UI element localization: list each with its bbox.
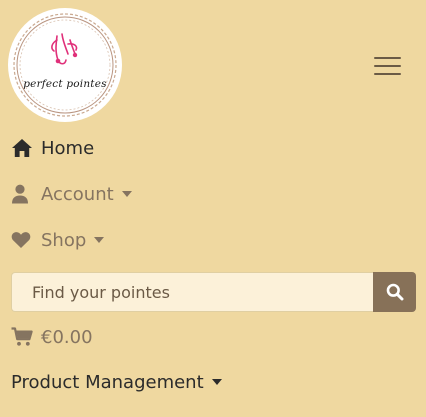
logo-text: perfect pointes: [23, 78, 107, 90]
caret-down-icon: [94, 237, 105, 243]
user-icon: [11, 183, 33, 205]
search-button[interactable]: [373, 272, 416, 312]
logo-emblem: [11, 11, 119, 119]
brand-logo[interactable]: perfect pointes: [10, 10, 120, 120]
nav-shop-label: Shop: [41, 229, 87, 251]
search-form: [11, 272, 416, 312]
caret-down-icon: [211, 379, 222, 385]
caret-down-icon: [121, 191, 132, 197]
search-icon: [386, 283, 403, 301]
bag-total: €0.00: [41, 326, 93, 348]
nav-product-management-label: Product Management: [11, 371, 204, 393]
nav-home-label: Home: [41, 137, 95, 159]
shopping-bag-link[interactable]: €0.00: [11, 322, 93, 352]
nav-product-management-dropdown[interactable]: Product Management: [11, 367, 222, 397]
nav-account-label: Account: [41, 183, 114, 205]
heart-icon: [11, 229, 33, 251]
menu-toggle-button[interactable]: [369, 51, 405, 81]
search-input[interactable]: [11, 272, 373, 312]
hamburger-menu-icon: [374, 57, 401, 59]
nav-home-link[interactable]: Home: [11, 133, 94, 163]
nav-shop-dropdown[interactable]: Shop: [11, 225, 105, 255]
shopping-cart-icon: [11, 327, 33, 347]
nav-account-dropdown[interactable]: Account: [11, 179, 132, 209]
home-icon: [11, 137, 33, 159]
